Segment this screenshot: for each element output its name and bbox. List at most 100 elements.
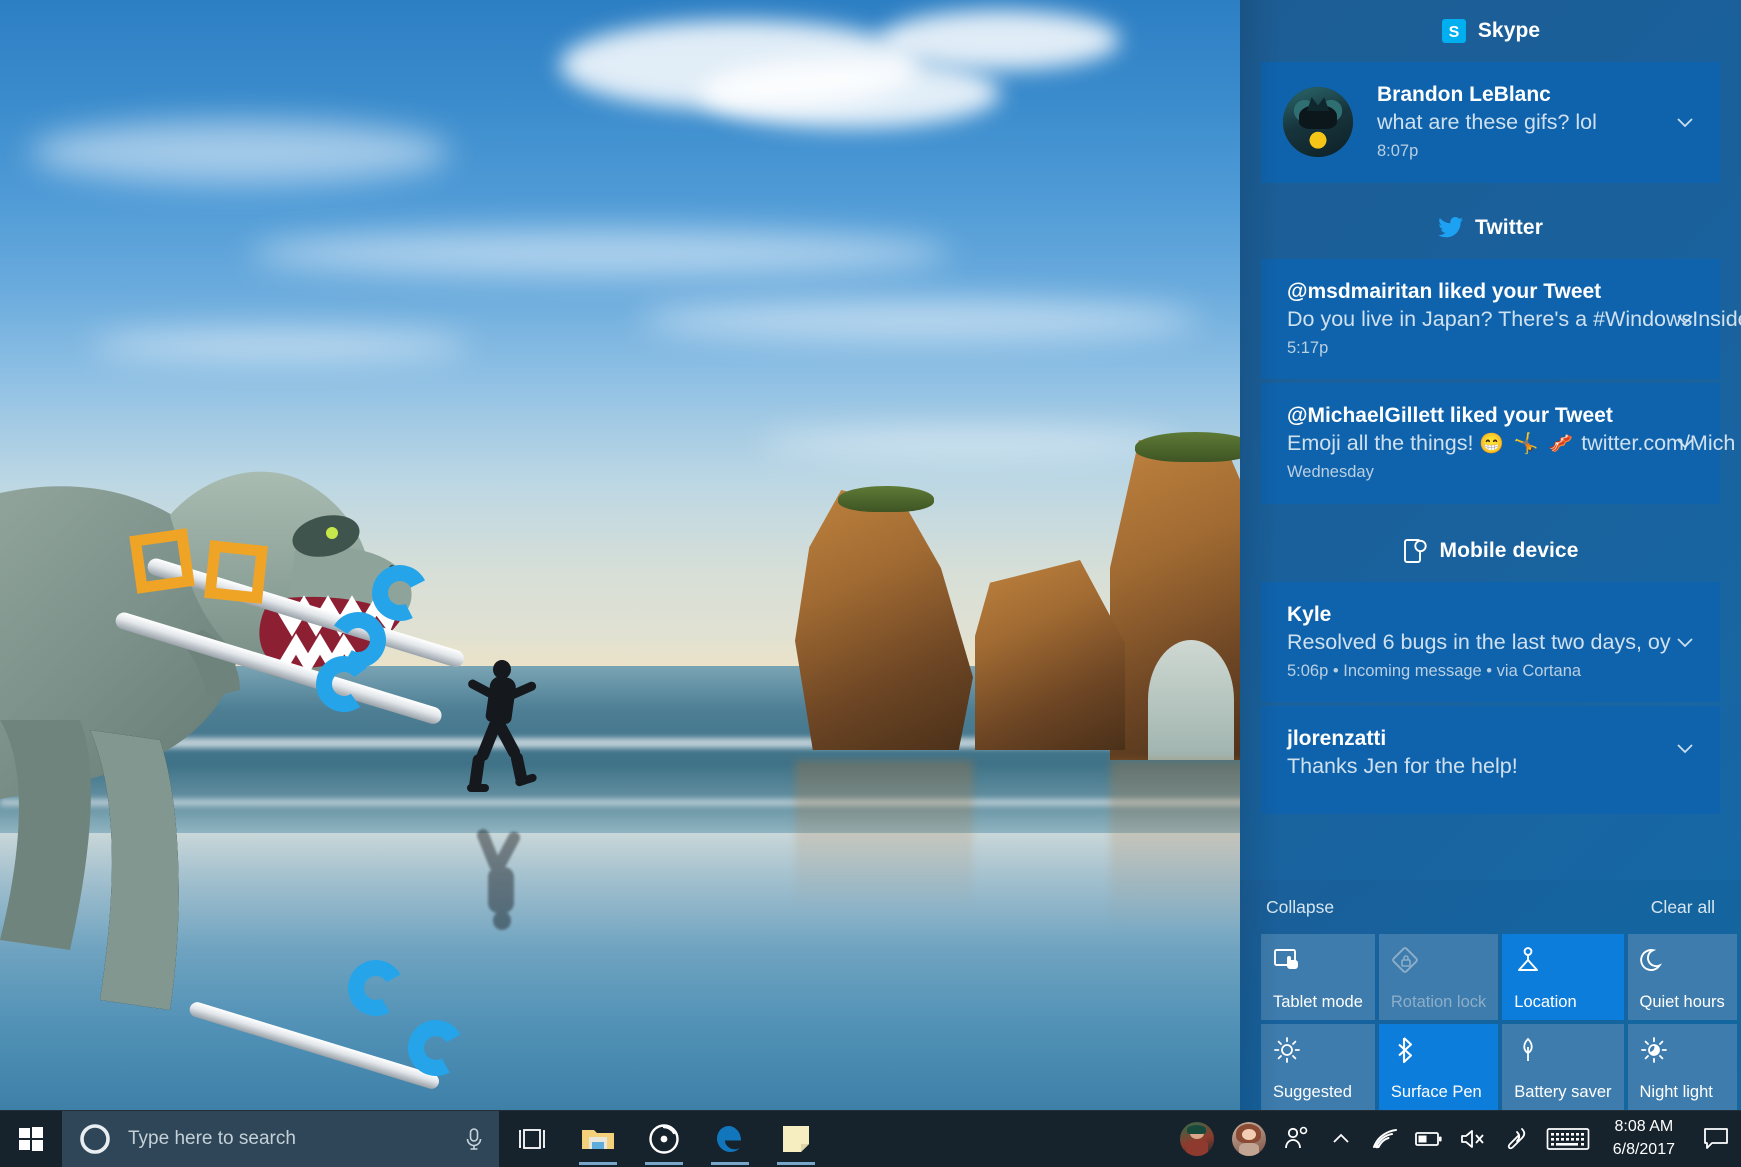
notification-body: Emoji all the things! 😁 🤸 🥓 twitter.com/… — [1287, 430, 1735, 457]
night-light-icon — [1640, 1036, 1668, 1064]
my-people-icon — [1284, 1126, 1308, 1149]
chevron-down-icon[interactable] — [1672, 629, 1698, 655]
3d-dinosaur-paint-object[interactable] — [0, 300, 460, 1080]
3d-square-clip-object[interactable] — [129, 528, 195, 594]
location-icon — [1514, 946, 1542, 974]
notification-item[interactable]: @MichaelGillett liked your Tweet Emoji a… — [1261, 383, 1735, 504]
chevron-down-icon[interactable] — [1672, 735, 1698, 761]
touch-keyboard-button[interactable] — [1539, 1111, 1597, 1167]
rock-arch-opening — [1148, 640, 1234, 760]
bluetooth-icon — [1391, 1036, 1419, 1064]
quick-action-rotation-lock[interactable]: Rotation lock — [1378, 934, 1499, 1020]
search-input[interactable]: Type here to search — [62, 1111, 499, 1167]
taskbar-spacer — [829, 1111, 1171, 1167]
notification-timestamp: Wednesday — [1287, 463, 1374, 482]
notification-list[interactable]: S Skype Brandon LeBlanc what are these g… — [1240, 0, 1741, 880]
chevron-up-icon — [1333, 1133, 1349, 1143]
notification-body: what are these gifs? lol — [1377, 110, 1597, 135]
mobile-device-icon — [1402, 538, 1428, 564]
notification-group-header-mobile-device[interactable]: Mobile device — [1240, 520, 1741, 582]
quick-action-night-light[interactable]: Night light — [1627, 1024, 1737, 1110]
app-running-indicator — [711, 1162, 749, 1165]
my-people-button[interactable] — [1275, 1111, 1319, 1167]
notification-title: jlorenzatti — [1287, 727, 1387, 751]
task-view-button[interactable] — [499, 1111, 565, 1167]
clock-date: 6/8/2017 — [1612, 1141, 1675, 1158]
notification-meta: 5:06p • Incoming message • via Cortana — [1287, 661, 1582, 680]
show-hidden-icons-button[interactable] — [1319, 1111, 1363, 1167]
quick-action-quiet-hours[interactable]: Quiet hours — [1627, 934, 1737, 1020]
network-button[interactable] — [1363, 1111, 1407, 1167]
tablet-mode-icon — [1273, 946, 1301, 974]
windows-desktop-screen: S Skype Brandon LeBlanc what are these g… — [0, 0, 1741, 1167]
notification-timestamp: 5:17p — [1287, 338, 1329, 357]
taskbar[interactable]: Type here to search 8:08 AM 6/8/2017 — [0, 1110, 1741, 1167]
quick-action-surface-pen[interactable]: Surface Pen — [1378, 1024, 1499, 1110]
action-center-panel[interactable]: S Skype Brandon LeBlanc what are these g… — [1240, 0, 1741, 1110]
quick-action-label: Battery saver — [1514, 1082, 1612, 1101]
quick-action-label: Night light — [1639, 1082, 1713, 1101]
taskbar-app-groove-music[interactable] — [631, 1111, 697, 1167]
contact-avatar-1[interactable] — [1171, 1111, 1223, 1167]
notification-body: Thanks Jen for the help! — [1287, 754, 1518, 779]
clear-all-button[interactable]: Clear all — [1651, 897, 1715, 918]
cloud — [700, 58, 1000, 128]
quick-action-suggested[interactable]: Suggested — [1261, 1024, 1375, 1110]
chevron-down-icon[interactable] — [1672, 306, 1698, 332]
quick-action-label: Tablet mode — [1273, 992, 1363, 1011]
cloud — [250, 230, 950, 276]
taskbar-app-microsoft-edge[interactable] — [697, 1111, 763, 1167]
quick-action-tablet-mode[interactable]: Tablet mode — [1261, 934, 1375, 1020]
microphone-icon[interactable] — [463, 1127, 485, 1151]
notification-title: @msdmairitan liked your Tweet — [1287, 279, 1602, 303]
notification-body-pre: Emoji all the things! — [1287, 431, 1480, 456]
cloud — [640, 300, 1200, 340]
notification-title: Kyle — [1287, 602, 1332, 626]
notification-group-header-skype[interactable]: S Skype — [1240, 0, 1741, 62]
action-center-button[interactable] — [1691, 1111, 1741, 1167]
windows-logo-icon — [19, 1127, 43, 1151]
contact-avatar-2[interactable] — [1223, 1111, 1275, 1167]
notification-body-emoji: 😁 🤸 🥓 — [1479, 433, 1576, 456]
taskbar-app-sticky-notes[interactable] — [763, 1111, 829, 1167]
chevron-down-icon[interactable] — [1672, 430, 1698, 456]
clock-time: 8:08 AM — [1614, 1118, 1674, 1136]
cloud — [30, 120, 450, 184]
volume-button[interactable] — [1451, 1111, 1495, 1167]
leaf-icon — [1514, 1036, 1542, 1064]
edge-icon — [717, 1126, 741, 1152]
notification-title: @MichaelGillett liked your Tweet — [1287, 404, 1613, 428]
rotation-lock-icon — [1391, 946, 1419, 974]
quick-action-location[interactable]: Location — [1502, 934, 1624, 1020]
notification-timestamp: 8:07p — [1377, 142, 1419, 161]
batman-avatar — [1283, 87, 1353, 158]
battery-button[interactable] — [1407, 1111, 1451, 1167]
notification-body-post: twitter.com/Mich — [1575, 431, 1736, 456]
dinosaur-icon — [0, 471, 412, 1010]
quick-action-label: Suggested — [1273, 1082, 1352, 1101]
surface-pen-button[interactable] — [1495, 1111, 1539, 1167]
twitter-icon — [1438, 215, 1464, 241]
notification-item[interactable]: jlorenzatti Thanks Jen for the help! — [1261, 706, 1720, 815]
notification-item[interactable]: @msdmairitan liked your Tweet Do you liv… — [1261, 258, 1741, 380]
3d-square-clip-object[interactable] — [204, 540, 268, 604]
brightness-icon — [1273, 1036, 1301, 1064]
notification-item[interactable]: Kyle Resolved 6 bugs in the last two day… — [1261, 581, 1720, 703]
search-placeholder: Type here to search — [128, 1128, 296, 1149]
surface-pen-icon — [1507, 1128, 1525, 1150]
folder-icon — [582, 1130, 614, 1149]
start-button[interactable] — [0, 1111, 62, 1167]
collapse-button[interactable]: Collapse — [1266, 897, 1334, 918]
chevron-down-icon[interactable] — [1672, 109, 1698, 135]
group-label: Twitter — [1475, 215, 1543, 239]
avatar — [1179, 1122, 1214, 1156]
notification-group-header-twitter[interactable]: Twitter — [1240, 197, 1741, 259]
avatar — [1231, 1122, 1266, 1156]
taskbar-app-file-explorer[interactable] — [565, 1111, 631, 1167]
clock[interactable]: 8:08 AM 6/8/2017 — [1597, 1111, 1691, 1167]
group-label: Mobile device — [1439, 538, 1579, 562]
quick-action-battery-saver[interactable]: Battery saver — [1502, 1024, 1624, 1110]
notification-item[interactable]: Brandon LeBlanc what are these gifs? lol… — [1261, 62, 1720, 183]
notification-title: Brandon LeBlanc — [1377, 83, 1551, 106]
quick-action-label: Quiet hours — [1639, 992, 1725, 1011]
